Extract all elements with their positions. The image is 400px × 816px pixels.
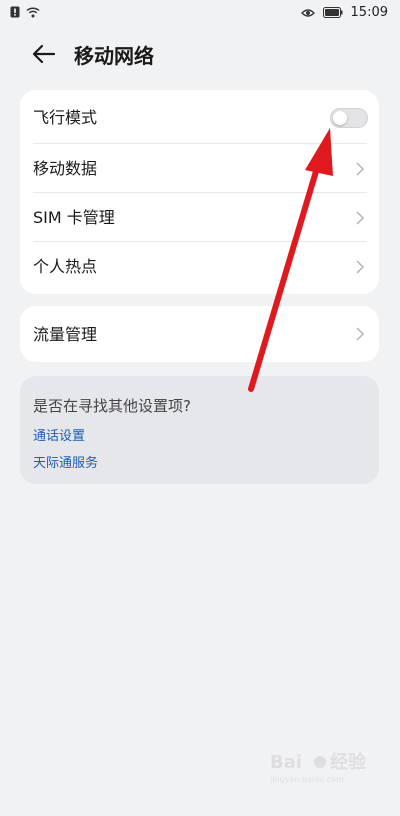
watermark-brand: Bai [270,752,302,773]
arrow-left-icon [32,44,56,64]
sim-management-label: SIM 卡管理 [33,208,115,227]
chevron-right-icon [356,162,365,176]
call-settings-link[interactable]: 通话设置 [33,425,85,444]
mobile-data-row[interactable]: 移动数据 [20,144,379,193]
traffic-management-row[interactable]: 流量管理 [20,306,379,362]
airplane-mode-row[interactable]: 飞行模式 [20,90,379,144]
back-button[interactable] [30,42,58,66]
airplane-mode-toggle[interactable] [330,108,368,128]
battery-icon [322,7,343,18]
watermark-brand-cn: 经验 [330,751,367,773]
search-suggestions-card: 是否在寻找其他设置项? 通话设置 天际通服务 [20,376,379,484]
sim-management-row[interactable]: SIM 卡管理 [20,193,379,242]
traffic-card: 流量管理 [20,306,379,362]
chevron-right-icon [356,211,365,225]
header: 移动网络 [0,34,400,74]
baidu-jingyan-watermark: Bai 经验 jingyan.baidu.com [269,751,367,784]
chevron-right-icon [356,260,365,274]
tianjitong-service-link[interactable]: 天际通服务 [33,452,98,471]
status-right-icons: 15:09 [300,5,388,20]
toggle-knob [333,111,347,125]
eye-icon [300,8,315,17]
status-left-icons [10,6,40,18]
chevron-right-icon [356,327,365,341]
mobile-data-label: 移动数据 [33,159,98,178]
airplane-mode-label: 飞行模式 [33,108,98,127]
settings-card: 飞行模式 移动数据 SIM 卡管理 个人热点 [20,90,379,294]
personal-hotspot-label: 个人热点 [33,257,98,276]
wifi-icon [26,6,40,17]
sim-alert-icon [10,6,20,18]
search-suggestions-title: 是否在寻找其他设置项? [33,397,191,415]
traffic-management-label: 流量管理 [33,325,98,344]
page-title: 移动网络 [74,44,154,68]
status-time: 15:09 [350,5,388,20]
status-bar: 15:09 [0,0,400,28]
personal-hotspot-row[interactable]: 个人热点 [20,242,379,294]
watermark-url: jingyan.baidu.com [269,775,344,784]
